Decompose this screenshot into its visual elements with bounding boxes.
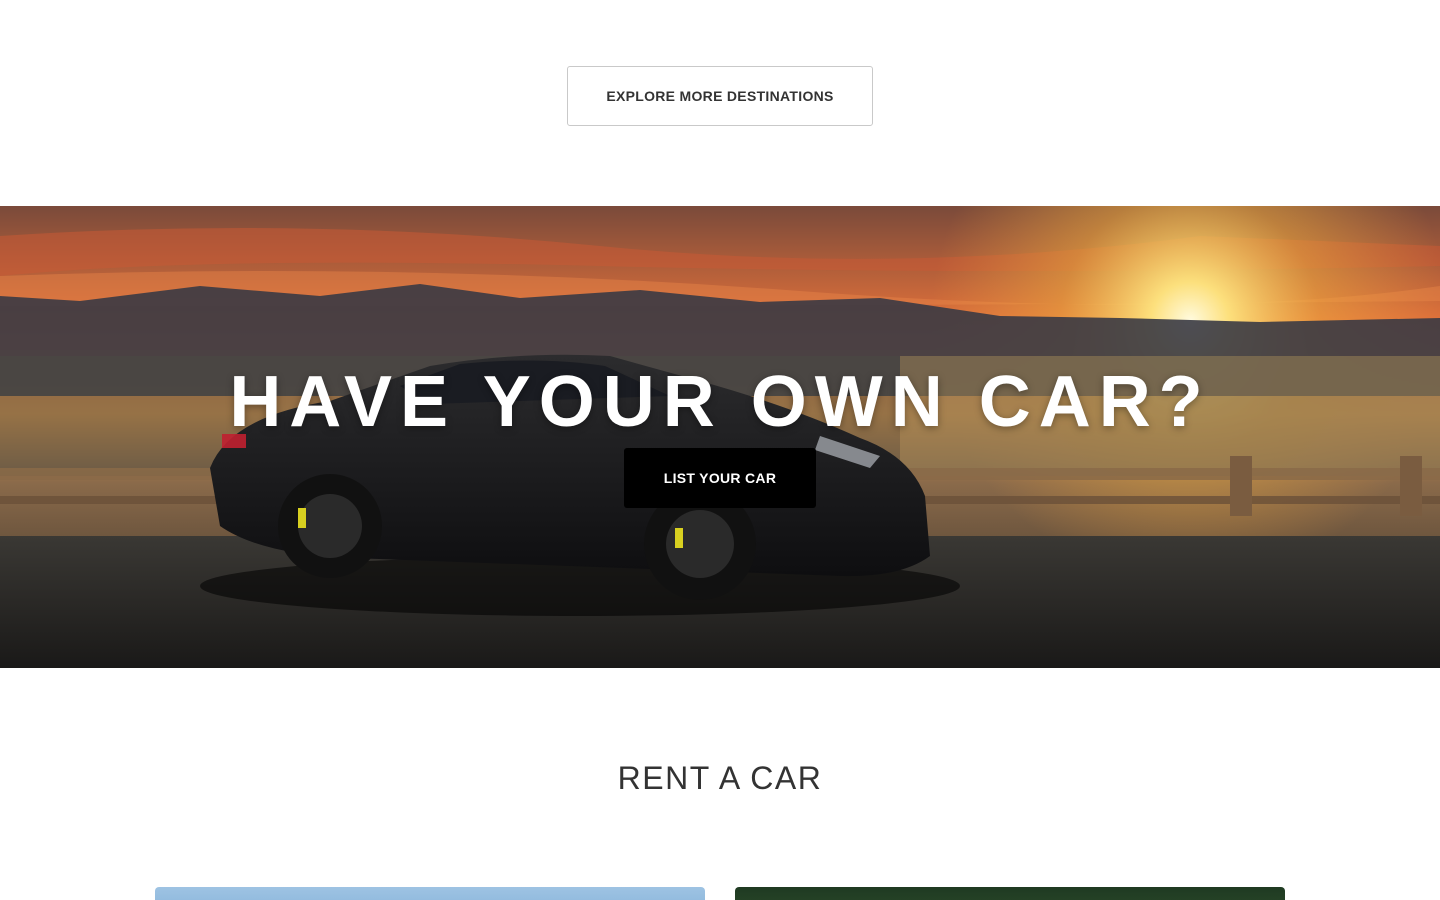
list-your-car-button[interactable]: LIST YOUR CAR	[624, 448, 816, 508]
rental-card-image[interactable]	[155, 887, 705, 900]
explore-more-destinations-button[interactable]: EXPLORE MORE DESTINATIONS	[567, 66, 873, 126]
hero-banner: HAVE YOUR OWN CAR? LIST YOUR CAR	[0, 206, 1440, 668]
explore-button-label: EXPLORE MORE DESTINATIONS	[606, 88, 834, 104]
rental-card-image[interactable]	[735, 887, 1285, 900]
list-your-car-label: LIST YOUR CAR	[663, 470, 777, 486]
page: EXPLORE MORE DESTINATIONS HAVE YOUR OWN …	[0, 0, 1440, 900]
rent-a-car-heading: RENT A CAR	[617, 760, 823, 796]
hero-title: HAVE YOUR OWN CAR?	[229, 362, 1211, 442]
